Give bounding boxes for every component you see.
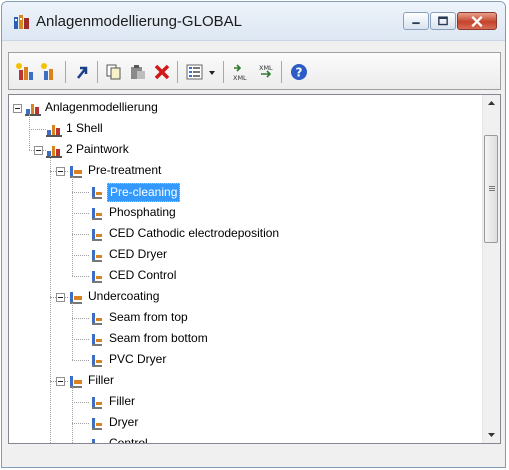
station-icon [92,397,102,409]
tree-node[interactable]: Undercoating [9,286,479,308]
plant-icon [46,146,62,158]
tree-guide-line [72,387,73,443]
group-icon [70,166,82,178]
new-node-icon[interactable] [15,62,35,82]
copy-icon[interactable] [104,62,124,82]
import-xml-icon[interactable]: XML [256,62,276,82]
tree-node[interactable]: Filler [9,370,479,392]
list-view-icon[interactable] [185,62,205,82]
tree-node[interactable]: Pre-treatment [9,160,479,182]
tree-node-label[interactable]: Filler [107,393,137,410]
tree-node-label[interactable]: Seam from bottom [107,330,210,347]
station-icon [92,250,102,262]
station-icon [92,439,95,443]
tree-leaf[interactable]: CED Control [9,265,479,287]
tree-node[interactable]: Anlagenmodellierung [9,97,479,119]
scroll-up-icon[interactable] [483,95,500,112]
chevron-down-icon[interactable] [207,62,217,82]
export-xml-icon[interactable]: XML [231,62,251,82]
tree-guide-line [50,156,51,443]
station-icon [92,313,102,325]
collapse-toggle[interactable] [56,167,65,176]
plant-icon [46,125,62,137]
station-icon [92,271,102,283]
station-icon [92,229,102,241]
tree-view[interactable]: Anlagenmodellierung 1 Shell 2 Paintwork Pre… [9,95,483,443]
tree-node-label[interactable]: Filler [86,372,116,389]
tree-node-label[interactable]: 2 Paintwork [64,141,131,158]
tree-node-label[interactable]: Anlagenmodellierung [43,99,160,116]
tree-guide-line [29,114,30,150]
minimize-button[interactable] [403,12,429,30]
tree-leaf[interactable]: Dryer [9,412,479,434]
tree-node-label[interactable]: Pre-treatment [86,162,163,179]
tree-node[interactable]: 2 Paintwork [9,139,479,161]
jump-arrow-icon[interactable] [72,62,92,82]
close-icon [471,15,483,28]
delete-icon[interactable] [152,62,172,82]
app-icon [14,15,29,29]
tree-node-label[interactable]: Dryer [107,414,140,431]
group-icon [70,376,82,388]
app-window: Anlagenmodellierung-GLOBAL XML XML ? Anl… [1,1,506,468]
toolbar: XML XML ? [8,52,501,90]
tree-node-label[interactable]: CED Cathodic electrodeposition [107,225,281,242]
grip-icon [489,186,495,191]
vertical-scrollbar[interactable] [482,95,500,443]
plant-icon [25,104,41,116]
svg-text:?: ? [296,66,303,80]
tree-node-label[interactable]: Pre-cleaning [107,183,181,202]
tree-node-label[interactable]: Undercoating [86,288,161,305]
maximize-icon [438,16,448,26]
svg-text:XML: XML [233,74,247,82]
tree-node-label[interactable]: 1 Shell [64,120,105,137]
tree-leaf[interactable]: Filler [9,391,479,413]
tree-guide-line [72,303,73,360]
station-icon [92,334,102,346]
collapse-toggle[interactable] [56,377,65,386]
tree-leaf[interactable]: PVC Dryer [9,349,479,371]
tree-leaf[interactable]: Pre-cleaning [9,181,479,203]
tree-node[interactable]: 1 Shell [9,118,479,140]
station-icon [92,187,102,199]
tree-node-label[interactable]: Phosphating [107,204,178,221]
tree-panel: Anlagenmodellierung 1 Shell 2 Paintwork Pre… [8,94,501,444]
scroll-down-icon[interactable] [483,426,500,443]
group-icon [70,292,82,304]
title-bar[interactable]: Anlagenmodellierung-GLOBAL [2,2,505,41]
tree-leaf[interactable]: Seam from top [9,307,479,329]
station-icon [92,355,102,367]
tree-node-label[interactable]: CED Control [107,267,178,284]
tree-leaf[interactable]: CED Dryer [9,244,479,266]
tree-guide-line [72,177,73,276]
tree-node-label[interactable]: Seam from top [107,309,190,326]
maximize-button[interactable] [430,12,456,30]
tree-node-label[interactable]: Control [107,435,150,443]
close-button[interactable] [457,12,497,30]
station-icon [92,418,102,430]
collapse-toggle[interactable] [34,146,43,155]
tree-leaf[interactable]: Control [9,433,479,443]
tree-leaf[interactable]: CED Cathodic electrodeposition [9,223,479,245]
paste-icon[interactable] [128,62,148,82]
tree-node-label[interactable]: PVC Dryer [107,351,168,368]
collapse-toggle[interactable] [56,293,65,302]
collapse-toggle[interactable] [13,104,22,113]
station-icon [92,208,102,220]
svg-text:XML: XML [259,64,273,72]
tree-leaf[interactable]: Seam from bottom [9,328,479,350]
scroll-thumb[interactable] [484,135,498,243]
tree-leaf[interactable]: Phosphating [9,202,479,224]
help-icon[interactable]: ? [289,62,309,82]
new-subnode-icon[interactable] [39,62,59,82]
tree-node-label[interactable]: CED Dryer [107,246,169,263]
window-title: Anlagenmodellierung-GLOBAL [36,13,242,30]
minimize-icon [412,22,420,25]
